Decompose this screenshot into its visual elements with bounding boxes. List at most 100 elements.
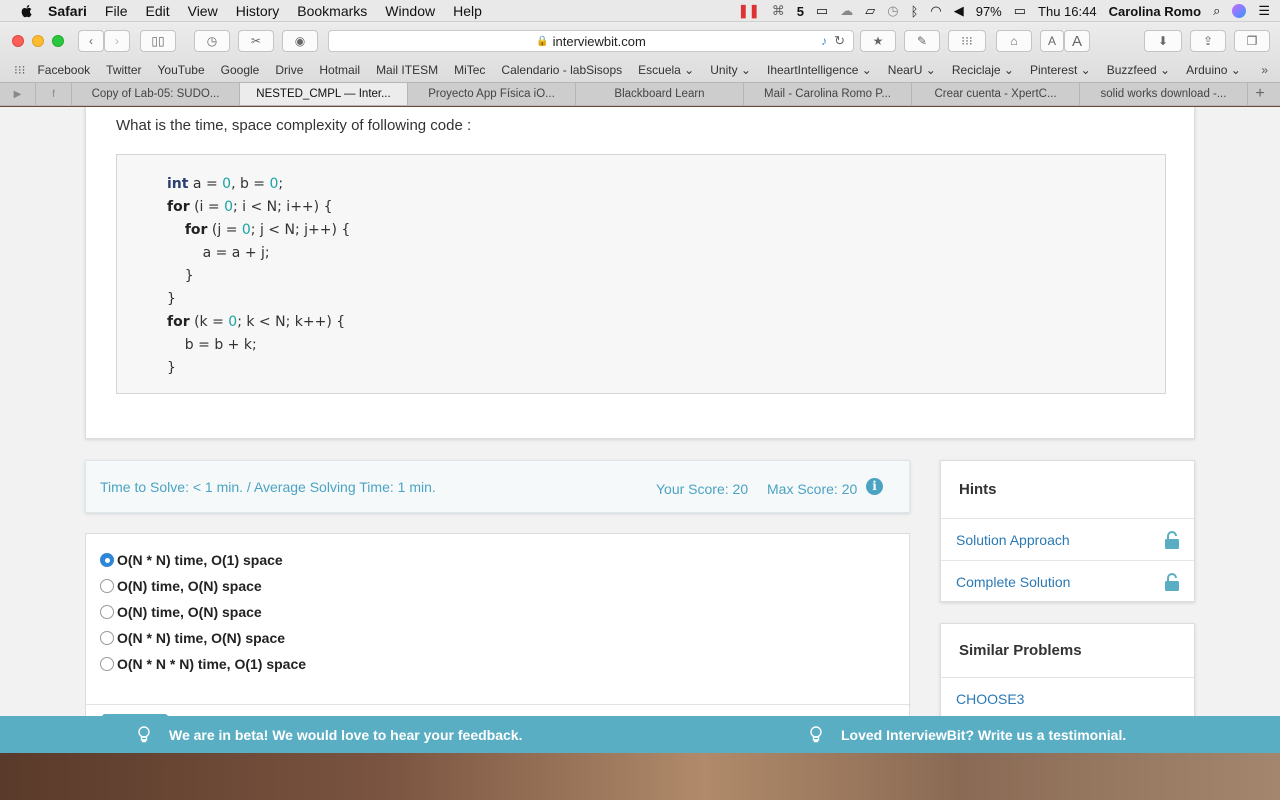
wifi-icon[interactable]: ◠ — [930, 3, 941, 19]
minimize-window-button[interactable] — [32, 35, 44, 47]
clock[interactable]: Thu 16:44 — [1038, 4, 1097, 19]
bluetooth-icon[interactable]: ᛒ — [911, 4, 919, 19]
notification-center-icon[interactable]: ☰ — [1258, 3, 1270, 19]
tab-item-active[interactable]: NESTED_CMPL — Inter... — [240, 83, 408, 105]
radio-button[interactable] — [100, 579, 114, 593]
fav-item[interactable]: Arduino ⌄ — [1186, 63, 1241, 77]
fav-item[interactable]: NearU ⌄ — [888, 63, 936, 77]
history-icon[interactable]: ◷ — [194, 30, 230, 52]
radio-button[interactable] — [100, 553, 114, 567]
fav-item[interactable]: Escuela ⌄ — [638, 63, 694, 77]
tabs-overview-icon[interactable]: ❐ — [1234, 30, 1270, 52]
extension-icon[interactable]: ✂ — [238, 30, 274, 52]
siri-icon[interactable] — [1232, 4, 1247, 18]
favorites-overflow-icon[interactable]: » — [1261, 63, 1268, 77]
code-line: } — [167, 268, 194, 284]
fav-item[interactable]: YouTube — [158, 63, 205, 77]
option-2[interactable]: O(N) time, O(N) space — [100, 578, 262, 594]
option-label: O(N * N) time, O(1) space — [117, 552, 283, 568]
user-name[interactable]: Carolina Romo — [1109, 4, 1201, 19]
menu-window[interactable]: Window — [385, 3, 435, 19]
option-4[interactable]: O(N * N) time, O(N) space — [100, 630, 285, 646]
fav-item[interactable]: Pinterest ⌄ — [1030, 63, 1091, 77]
fav-item[interactable]: Hotmail — [319, 63, 360, 77]
browser-chrome: ‹ › ▯▯ ◷ ✂ ◉ 🔒 interviewbit.com ♪ ↻ ★ ✎ … — [0, 22, 1280, 106]
airplay-icon[interactable]: ▱ — [865, 3, 875, 19]
fav-item[interactable]: IheartIntelligence ⌄ — [767, 63, 872, 77]
info-icon[interactable]: i — [866, 478, 883, 495]
tab-item[interactable]: solid works download -... — [1080, 83, 1248, 105]
fav-item[interactable]: MiTec — [454, 63, 485, 77]
menu-history[interactable]: History — [236, 3, 280, 19]
option-1[interactable]: O(N * N) time, O(1) space — [100, 552, 283, 568]
radio-button[interactable] — [100, 631, 114, 645]
feedback-banner: We are in beta! We would love to hear yo… — [0, 716, 1280, 753]
fav-item[interactable]: Drive — [275, 63, 303, 77]
menu-app-name[interactable]: Safari — [48, 3, 87, 19]
status-area: ❚❚ ⌘ 5 ▭ ☁ ▱ ◷ ᛒ ◠ ◀ 97% ▭ Thu 16:44 Car… — [738, 0, 1270, 22]
edit-icon[interactable]: ✎ — [904, 30, 940, 52]
pause-icon[interactable]: ❚❚ — [738, 3, 760, 19]
spotlight-icon[interactable]: ⌕ — [1213, 3, 1220, 19]
fav-item[interactable]: Twitter — [106, 63, 141, 77]
tab-item[interactable]: Mail - Carolina Romo P... — [744, 83, 912, 105]
tab-item[interactable]: Copy of Lab-05: SUDO... — [72, 83, 240, 105]
youtube-tab-icon[interactable]: ▶ — [0, 83, 36, 105]
share-icon[interactable]: ⇪ — [1190, 30, 1226, 52]
address-bar[interactable]: 🔒 interviewbit.com ♪ ↻ — [328, 30, 854, 52]
back-button[interactable]: ‹ — [78, 30, 104, 52]
display-icon[interactable]: ▭ — [816, 3, 828, 19]
feedback-link[interactable]: We are in beta! We would love to hear yo… — [137, 725, 522, 744]
radio-button[interactable] — [100, 605, 114, 619]
forward-button[interactable]: › — [104, 30, 130, 52]
divider — [86, 704, 911, 705]
audio-icon[interactable]: ♪ — [821, 34, 827, 48]
text-larger-button[interactable]: A — [1064, 30, 1090, 52]
time-machine-icon[interactable]: ◷ — [887, 3, 898, 19]
adobe-icon[interactable]: ⌘ — [772, 3, 785, 19]
menu-help[interactable]: Help — [453, 3, 482, 19]
bookmark-star-icon[interactable]: ★ — [860, 30, 896, 52]
hint-solution-approach[interactable]: Solution Approach — [941, 519, 1194, 561]
code-text: int a = 0, b = 0; for (i = 0; i < N; i++)… — [167, 173, 350, 380]
new-tab-button[interactable]: + — [1248, 83, 1272, 105]
page-content: What is the time, space complexity of fo… — [0, 107, 1280, 800]
menu-edit[interactable]: Edit — [145, 3, 169, 19]
download-icon[interactable]: ⬇ — [1144, 30, 1182, 52]
zoom-window-button[interactable] — [52, 35, 64, 47]
compass-icon[interactable]: ◉ — [282, 30, 318, 52]
code-line: } — [167, 291, 176, 307]
sidebar-icon[interactable]: ▯▯ — [140, 30, 176, 52]
facebook-tab-icon[interactable]: f — [36, 83, 72, 105]
fav-item[interactable]: Mail ITESM — [376, 63, 438, 77]
fav-item[interactable]: Google — [221, 63, 260, 77]
option-3[interactable]: O(N) time, O(N) space — [100, 604, 262, 620]
volume-icon[interactable]: ◀ — [954, 3, 964, 19]
battery-icon[interactable]: ▭ — [1014, 3, 1026, 19]
menu-bookmarks[interactable]: Bookmarks — [297, 3, 367, 19]
apple-icon[interactable] — [18, 3, 36, 19]
text-smaller-button[interactable]: A — [1040, 30, 1064, 52]
fav-item[interactable]: Facebook — [37, 63, 90, 77]
reload-icon[interactable]: ↻ — [834, 33, 845, 49]
menu-view[interactable]: View — [188, 3, 218, 19]
tab-item[interactable]: Blackboard Learn — [576, 83, 744, 105]
radio-button[interactable] — [100, 657, 114, 671]
cloud-icon[interactable]: ☁ — [840, 3, 853, 19]
grid-icon[interactable]: ⁝⁝⁝ — [948, 30, 986, 52]
fav-item[interactable]: Unity ⌄ — [710, 63, 751, 77]
tab-item[interactable]: Crear cuenta - XpertC... — [912, 83, 1080, 105]
max-score: Max Score: 20 — [767, 481, 858, 497]
similar-problem-link[interactable]: CHOOSE3 — [941, 678, 1194, 720]
tab-item[interactable]: Proyecto App Física iO... — [408, 83, 576, 105]
favorites-grid-icon[interactable]: ⁝⁝⁝ — [14, 63, 25, 77]
option-5[interactable]: O(N * N * N) time, O(1) space — [100, 656, 306, 672]
testimonial-link[interactable]: Loved InterviewBit? Write us a testimoni… — [809, 725, 1126, 744]
home-icon[interactable]: ⌂ — [996, 30, 1032, 52]
fav-item[interactable]: Buzzfeed ⌄ — [1107, 63, 1170, 77]
hint-complete-solution[interactable]: Complete Solution — [941, 561, 1194, 603]
menu-file[interactable]: File — [105, 3, 128, 19]
fav-item[interactable]: Calendario - labSisops — [501, 63, 622, 77]
close-window-button[interactable] — [12, 35, 24, 47]
fav-item[interactable]: Reciclaje ⌄ — [952, 63, 1014, 77]
